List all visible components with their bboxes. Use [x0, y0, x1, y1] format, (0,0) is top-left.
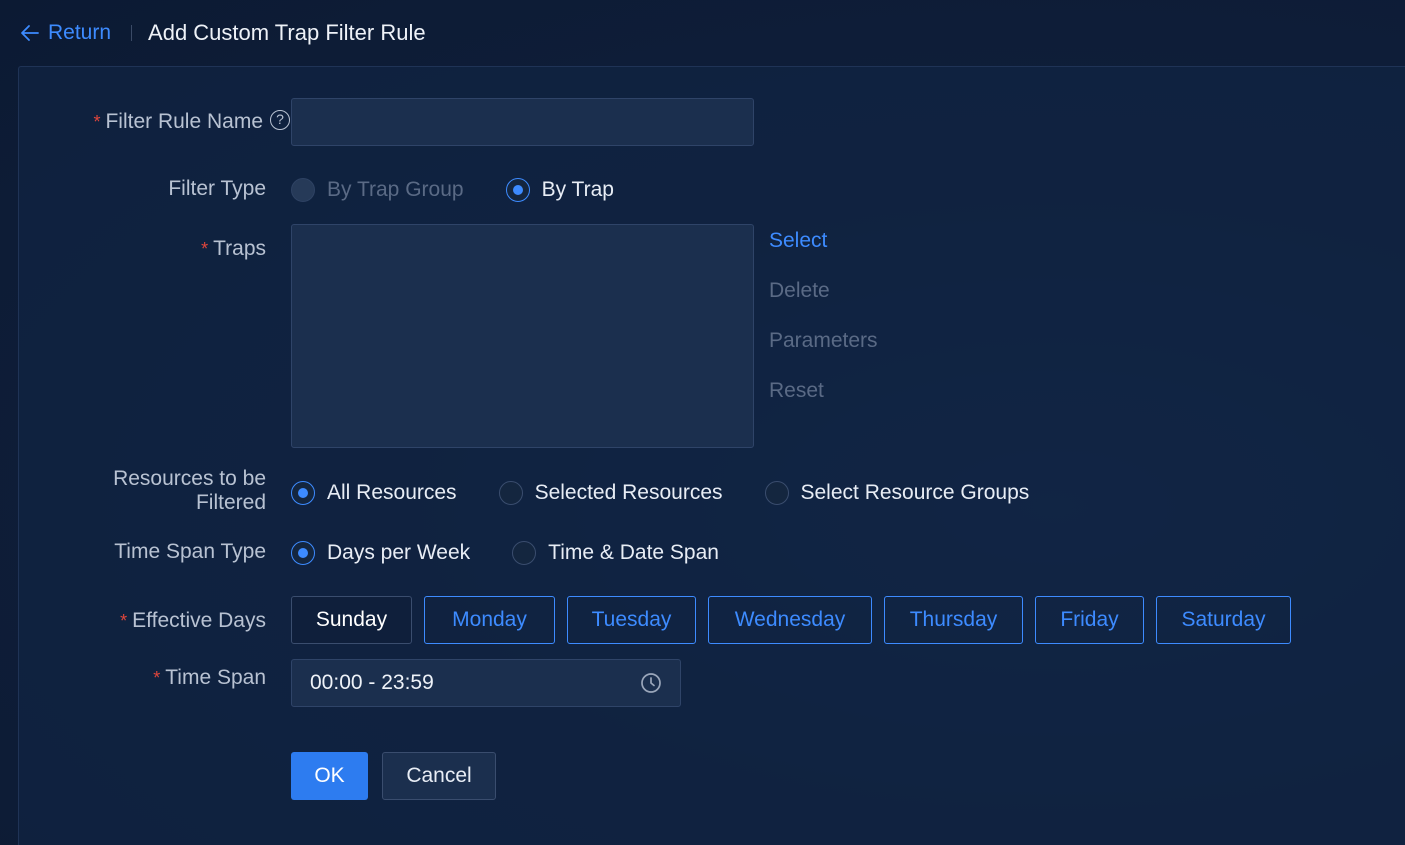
day-monday-button[interactable]: Monday	[424, 596, 555, 644]
filter-rule-name-label: * Filter Rule Name?	[93, 110, 290, 134]
time-span-picker[interactable]: 00:00 - 23:59	[291, 659, 681, 707]
return-link[interactable]: Return	[20, 21, 111, 45]
filter-type-label: Filter Type	[168, 177, 266, 200]
resources-label-line1: Resources to be	[113, 467, 266, 490]
radio-label: By Trap Group	[327, 178, 464, 201]
radio-label: Selected Resources	[534, 481, 723, 504]
radio-circle	[291, 178, 315, 202]
radio-days-per-week[interactable]: Days per Week	[291, 541, 470, 565]
radio-circle[interactable]	[291, 541, 315, 565]
resources-label-line2: Filtered	[195, 491, 266, 514]
traps-list-box[interactable]	[291, 224, 754, 448]
filter-rule-name-input[interactable]	[291, 98, 754, 146]
filter-type-radio-group: By Trap Group By Trap	[291, 178, 656, 202]
traps-actions: Select Delete Parameters Reset	[769, 227, 878, 427]
time-span-type-radio-group: Days per Week Time & Date Span	[291, 541, 761, 565]
filter-rule-name-label-text: Filter Rule Name	[105, 110, 263, 133]
radio-by-trap[interactable]: By Trap	[505, 178, 614, 202]
radio-selected-resources[interactable]: Selected Resources	[498, 481, 723, 505]
radio-circle[interactable]	[498, 481, 523, 505]
day-saturday-button[interactable]: Saturday	[1156, 596, 1291, 644]
required-marker: *	[201, 239, 209, 259]
radio-circle[interactable]	[505, 178, 530, 202]
reset-link: Reset	[769, 379, 824, 402]
required-marker: *	[153, 668, 161, 688]
parameters-link: Parameters	[769, 329, 878, 352]
time-span-label-text: Time Span	[165, 666, 266, 689]
effective-days-label-text: Effective Days	[132, 609, 266, 632]
select-traps-link[interactable]: Select	[769, 227, 878, 277]
form-panel: * Filter Rule Name? Filter Type By Trap G…	[18, 66, 1405, 845]
ok-button[interactable]: OK	[291, 752, 368, 800]
radio-by-trap-group: By Trap Group	[291, 178, 464, 202]
radio-label: Time & Date Span	[548, 541, 719, 564]
radio-label: All Resources	[327, 481, 457, 504]
day-sunday-button[interactable]: Sunday	[291, 596, 412, 644]
required-marker: *	[120, 611, 128, 631]
radio-time-date-span[interactable]: Time & Date Span	[512, 541, 719, 565]
required-marker: *	[93, 112, 101, 132]
day-tuesday-button[interactable]: Tuesday	[567, 596, 696, 644]
clock-icon[interactable]	[640, 672, 662, 694]
effective-days-label: * Effective Days	[120, 609, 266, 633]
return-label[interactable]: Return	[48, 21, 111, 45]
resources-label: Resources to be Filtered	[113, 467, 266, 515]
radio-select-resource-groups[interactable]: Select Resource Groups	[764, 481, 1030, 505]
traps-label-text: Traps	[213, 237, 266, 260]
effective-days-group: Sunday Monday Tuesday Wednesday Thursday…	[291, 596, 1303, 644]
page: Return Add Custom Trap Filter Rule * Filt…	[0, 0, 1405, 845]
page-title: Add Custom Trap Filter Rule	[148, 20, 426, 45]
time-span-type-label: Time Span Type	[114, 540, 266, 563]
arrow-left-icon	[21, 25, 39, 41]
page-header: Return Add Custom Trap Filter Rule	[0, 0, 1405, 66]
cancel-button[interactable]: Cancel	[382, 752, 496, 800]
day-wednesday-button[interactable]: Wednesday	[708, 596, 872, 644]
radio-label: Select Resource Groups	[800, 481, 1030, 504]
time-span-value: 00:00 - 23:59	[310, 671, 434, 694]
day-friday-button[interactable]: Friday	[1035, 596, 1144, 644]
time-span-label: * Time Span	[153, 666, 266, 690]
radio-all-resources[interactable]: All Resources	[291, 481, 457, 505]
radio-circle[interactable]	[764, 481, 789, 505]
radio-circle[interactable]	[512, 541, 537, 565]
radio-label: By Trap	[541, 178, 614, 201]
delete-traps-link: Delete	[769, 279, 830, 302]
day-thursday-button[interactable]: Thursday	[884, 596, 1023, 644]
header-divider	[131, 25, 133, 41]
traps-label: * Traps	[201, 237, 266, 261]
radio-circle[interactable]	[291, 481, 315, 505]
radio-label: Days per Week	[327, 541, 471, 564]
help-icon[interactable]: ?	[270, 110, 290, 131]
resources-radio-group: All Resources Selected Resources Select …	[291, 481, 1071, 505]
